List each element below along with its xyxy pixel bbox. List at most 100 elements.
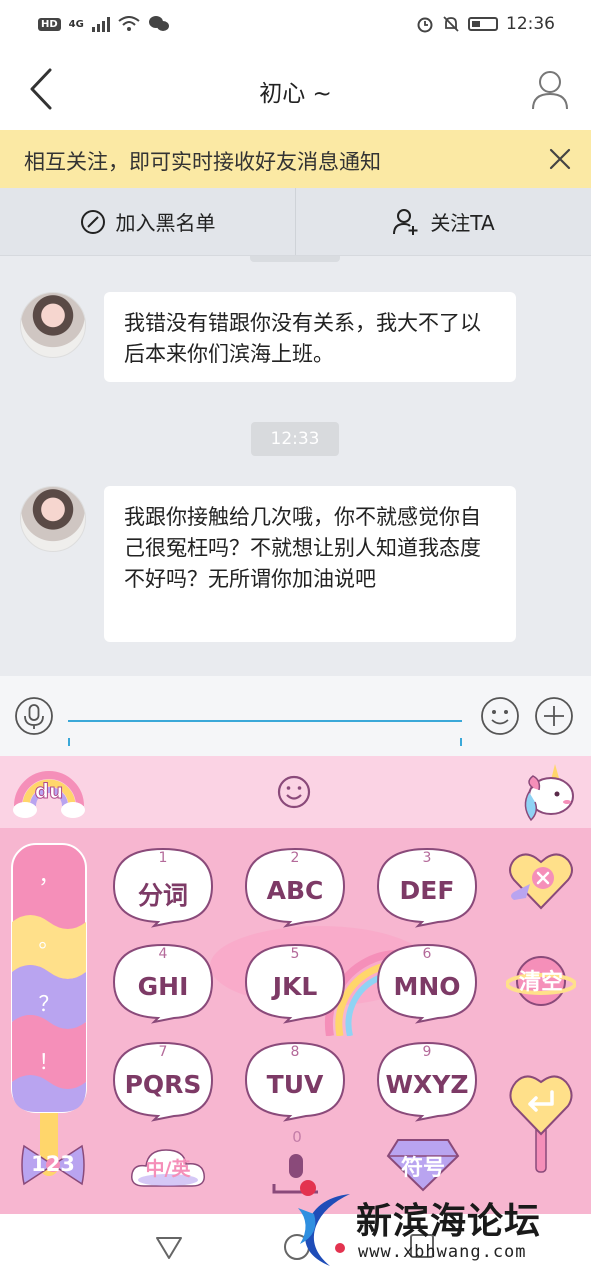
watermark-title: 新滨海论坛 (356, 1201, 542, 1242)
mute-icon (443, 16, 459, 32)
backspace-heart-icon (509, 853, 573, 910)
key-3[interactable]: 3 DEF (374, 846, 480, 928)
smiley-icon (481, 697, 519, 735)
number-mode-key[interactable]: 123 (20, 1140, 86, 1190)
rainbow-logo-icon: du (13, 771, 85, 818)
hd-badge: HD (38, 17, 61, 31)
key-number: 9 (422, 1044, 432, 1060)
input-edge-right (460, 738, 462, 746)
status-right: 12:36 (416, 14, 555, 34)
key-label: PQRS (124, 1070, 202, 1099)
time-separator: 12:33 (251, 422, 339, 456)
message-bubble[interactable]: 我跟你接触给几次哦，你不就感觉你自己很冤枉吗？不就想让别人知道我态度不好吗？无所… (104, 486, 516, 642)
message-bubble[interactable]: 我错没有错跟你没有关系，我大不了以后本来你们滨海上班。 (104, 292, 516, 382)
smiley-icon (277, 775, 311, 809)
key-label: WXYZ (385, 1070, 469, 1099)
key-label: ABC (266, 876, 324, 905)
key-label: JKL (272, 972, 318, 1001)
input-bar (0, 676, 591, 756)
add-person-icon (393, 208, 418, 235)
blacklist-button[interactable]: 加入黑名单 (0, 188, 295, 255)
status-left: HD 4G (38, 15, 170, 33)
key-9[interactable]: 9 WXYZ (374, 1040, 480, 1122)
wifi-icon (118, 16, 140, 31)
watermark-logo-icon (298, 1194, 350, 1266)
avatar[interactable] (20, 292, 86, 358)
number-mode-label: 123 (31, 1152, 75, 1176)
keyboard-emoji-button[interactable] (276, 774, 312, 810)
key-label: GHI (137, 972, 189, 1001)
language-key[interactable]: 中/英 (128, 1142, 208, 1192)
punctuation-comma[interactable]: ， (26, 860, 72, 890)
scroll-stub (250, 256, 340, 262)
message-input[interactable] (68, 684, 462, 722)
profile-button[interactable] (527, 66, 573, 112)
key-5[interactable]: 5 JKL (242, 942, 348, 1024)
symbol-label: 符号 (400, 1156, 445, 1181)
unicorn-icon (524, 764, 574, 822)
block-icon (80, 209, 105, 234)
microphone-icon (15, 697, 53, 735)
enter-heart-icon (509, 1075, 573, 1173)
key-zero-label: 0 (292, 1128, 302, 1146)
follow-button[interactable]: 关注TA (296, 188, 591, 255)
chat-area[interactable]: 我错没有错跟你没有关系，我大不了以后本来你们滨海上班。 12:33 我跟你接触给… (0, 256, 591, 676)
punctuation-question[interactable]: ？ (26, 988, 72, 1018)
network-label: 4G (68, 18, 84, 30)
watermark: 新滨海论坛 www.xbhwang.com (290, 1188, 590, 1278)
punctuation-period[interactable]: 。 (26, 924, 72, 954)
key-number: 2 (290, 850, 300, 866)
voice-button[interactable] (14, 696, 54, 736)
key-number: 5 (290, 946, 300, 962)
keyboard-logo-label: du (35, 779, 64, 803)
status-bar: HD 4G 12:36 (0, 0, 591, 48)
key-label: TUV (266, 1070, 324, 1099)
keyboard-logo-button[interactable]: du (12, 764, 86, 822)
person-icon (532, 71, 568, 110)
key-label: 分词 (137, 881, 188, 910)
keyboard-toolbar: du (0, 756, 591, 828)
key-number: 7 (158, 1044, 168, 1060)
key-number: 3 (422, 850, 432, 866)
watermark-url: www.xbhwang.com (358, 1242, 527, 1262)
nav-back-button[interactable] (154, 1232, 184, 1262)
input-edge-left (68, 738, 70, 746)
signal-icon (91, 16, 110, 32)
key-2[interactable]: 2 ABC (242, 846, 348, 928)
action-row: 加入黑名单 关注TA (0, 188, 591, 256)
plus-icon (535, 697, 573, 735)
title-bar: 初心 ~ (0, 48, 591, 130)
key-label: DEF (399, 876, 455, 905)
key-8[interactable]: 8 TUV (242, 1040, 348, 1122)
key-number: 8 (290, 1044, 300, 1060)
punctuation-exclamation[interactable]: ！ (26, 1046, 72, 1076)
enter-key[interactable] (506, 1070, 576, 1174)
key-1[interactable]: 1 分词 (110, 846, 216, 928)
key-number: 1 (158, 850, 168, 866)
triangle-back-icon (156, 1237, 182, 1259)
more-button[interactable] (534, 696, 574, 736)
follow-label: 关注TA (430, 211, 495, 235)
emoji-button[interactable] (480, 696, 520, 736)
delete-key[interactable] (506, 848, 576, 914)
close-icon (549, 148, 571, 170)
notice-close-button[interactable] (545, 144, 575, 174)
clear-label: 清空 (518, 970, 563, 995)
avatar[interactable] (20, 486, 86, 552)
clear-key[interactable]: 清空 (505, 948, 577, 1014)
battery-icon (468, 17, 498, 31)
status-time: 12:36 (506, 14, 555, 34)
key-number: 4 (158, 946, 168, 962)
symbol-key[interactable]: 符号 (386, 1136, 460, 1192)
key-label: MNO (393, 972, 461, 1001)
wechat-icon (148, 16, 169, 31)
alarm-icon (417, 17, 433, 33)
blacklist-label: 加入黑名单 (115, 211, 216, 235)
key-4[interactable]: 4 GHI (110, 942, 216, 1024)
language-label: 中/英 (145, 1158, 191, 1180)
keyboard-skin-button[interactable] (517, 762, 579, 826)
chat-title: 初心 ~ (259, 81, 332, 107)
follow-notice: 相互关注，即可实时接收好友消息通知 (0, 130, 591, 188)
key-6[interactable]: 6 MNO (374, 942, 480, 1024)
key-7[interactable]: 7 PQRS (110, 1040, 216, 1122)
